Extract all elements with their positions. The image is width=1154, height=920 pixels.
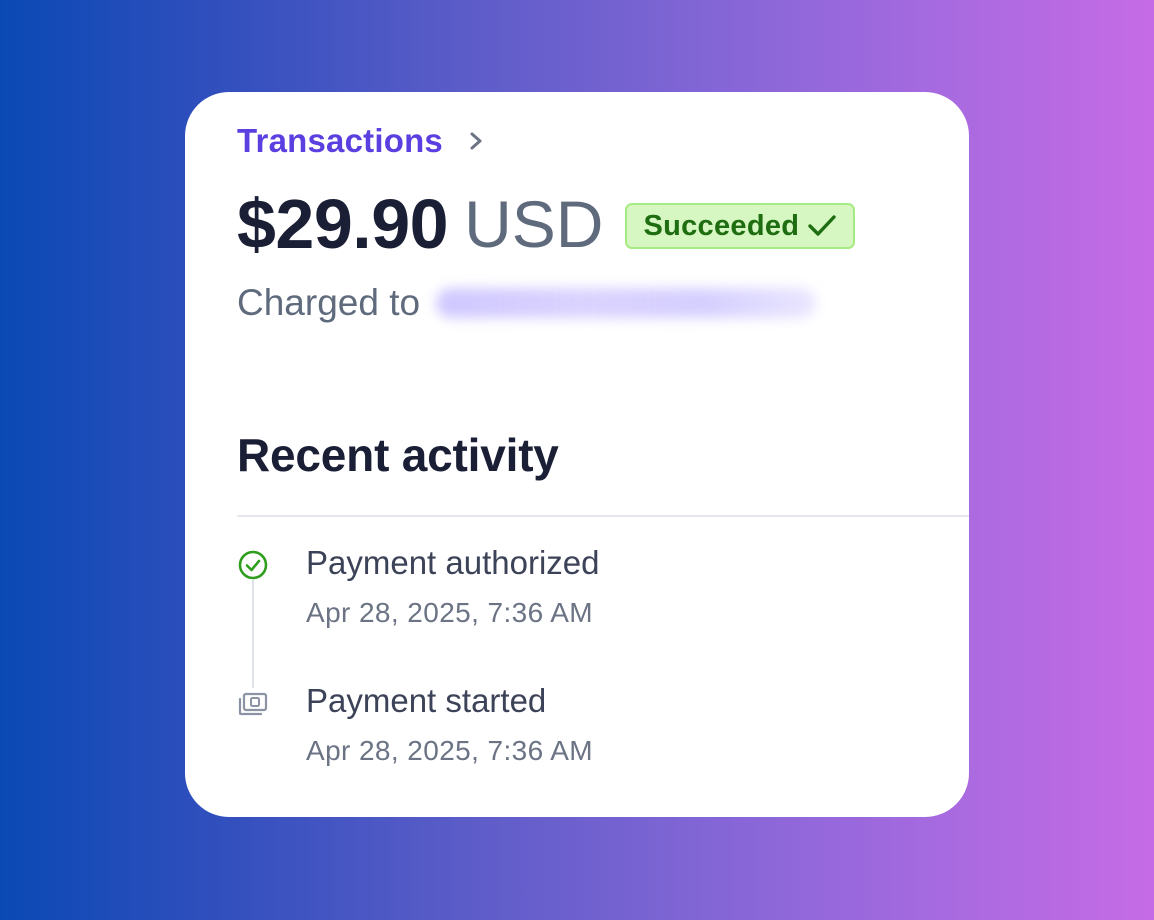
event-time: Apr 28, 2025, 7:36 AM (306, 735, 594, 766)
timeline-connector (252, 580, 254, 688)
event-title: Payment authorized (306, 544, 600, 581)
payment-amount: $29.90 (237, 185, 449, 263)
divider (237, 515, 969, 517)
amount-row: $29.90 USD Succeeded (237, 184, 856, 264)
charged-to-row: Charged to (237, 282, 817, 324)
redacted-customer-name (436, 288, 817, 318)
checkmark-icon (808, 215, 836, 236)
transaction-card: Transactions $29.90 USD Succeeded Charge… (185, 92, 969, 817)
recent-activity-title: Recent activity (237, 429, 559, 481)
chevron-right-icon (470, 132, 482, 150)
payment-currency: USD (464, 187, 604, 261)
charged-to-label: Charged to (237, 282, 421, 323)
check-circle-icon (238, 550, 268, 580)
breadcrumb: Transactions (237, 122, 487, 160)
event-title: Payment started (306, 682, 547, 719)
status-badge-label: Succeeded (643, 209, 800, 242)
breadcrumb-transactions-link[interactable]: Transactions (237, 122, 443, 160)
event-time: Apr 28, 2025, 7:36 AM (306, 597, 594, 628)
payment-started-icon (238, 692, 268, 716)
status-badge: Succeeded (625, 203, 856, 249)
